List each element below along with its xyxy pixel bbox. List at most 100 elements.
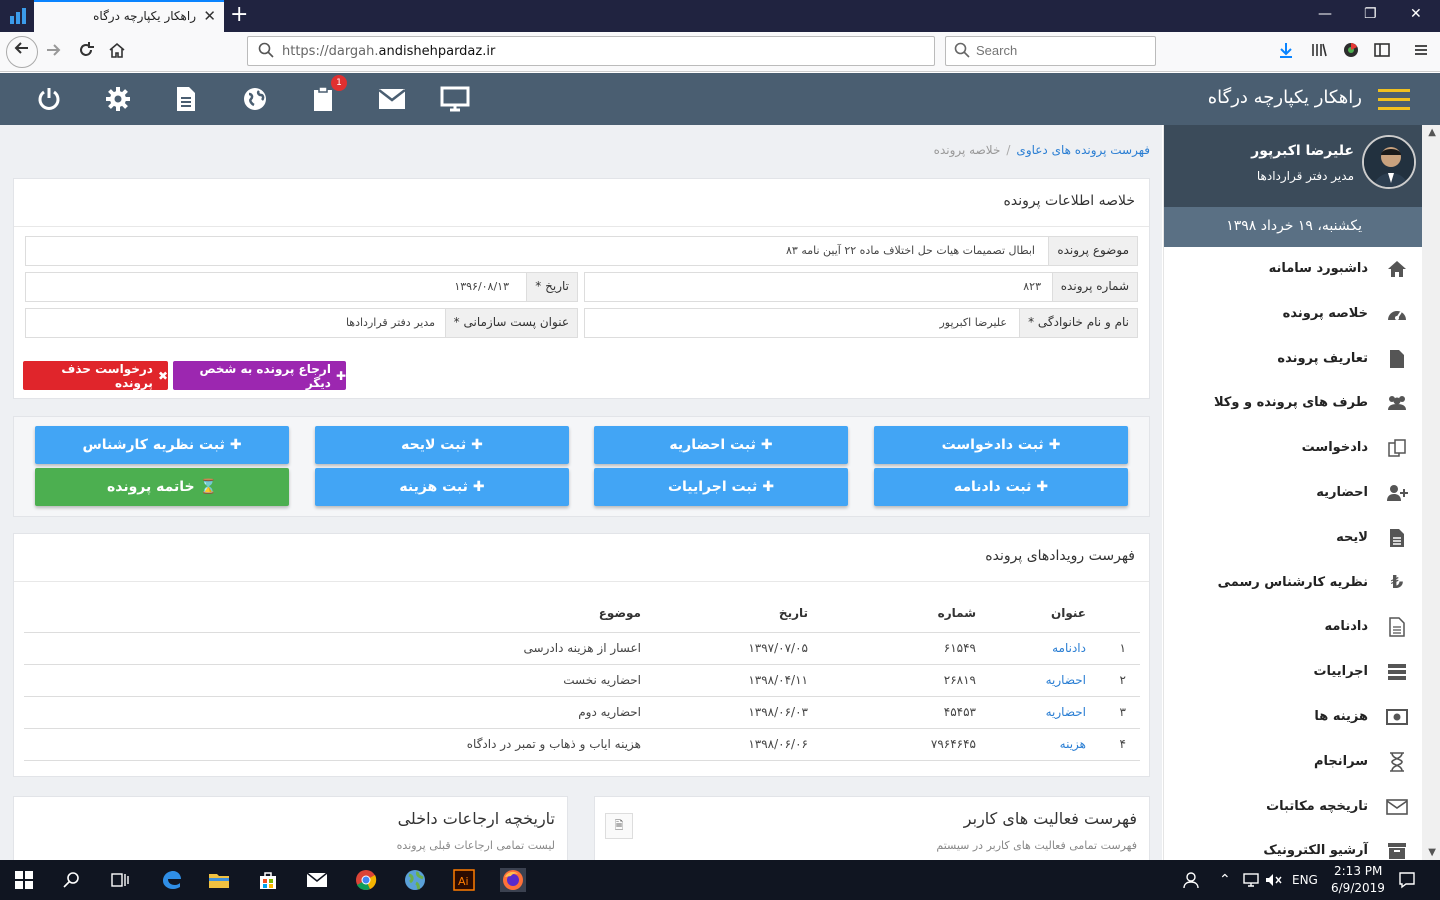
mail-app-icon[interactable]: [304, 868, 330, 892]
settings-gear-icon[interactable]: [100, 81, 136, 117]
row-index: ۳: [1086, 696, 1140, 729]
avatar[interactable]: [1362, 135, 1416, 189]
case-number-field: شماره پرونده ۸۲۳: [584, 272, 1138, 302]
money-icon: [1386, 706, 1408, 728]
delete-request-button[interactable]: ✖ درخواست حذف پرونده: [23, 361, 168, 390]
sidebar-item-correspondence[interactable]: تاریخچه مکاتبات: [1164, 785, 1422, 830]
breadcrumb-parent-link[interactable]: فهرست پرونده های دعاوی: [1016, 143, 1150, 157]
language-indicator[interactable]: ENG: [1292, 873, 1318, 887]
table-row: ۳ احضاریه ۴۵۴۵۳ ۱۳۹۸/۰۶/۰۳ احضاریه دوم: [24, 696, 1140, 729]
add-expert-opinion-button[interactable]: ✚ ثبت نظریه کارشناس: [35, 426, 289, 464]
scroll-down-icon[interactable]: ▼: [1428, 847, 1436, 858]
tab-close-icon[interactable]: ✕: [203, 7, 216, 25]
reload-icon[interactable]: [75, 41, 97, 63]
sidebar-item-brief[interactable]: لایحه: [1164, 516, 1422, 561]
event-title-link[interactable]: احضاریه: [976, 664, 1086, 697]
notifications-icon[interactable]: [1394, 868, 1420, 892]
date-label: تاریخ *: [526, 273, 577, 301]
sidebar-item-case-definitions[interactable]: تعاریف پرونده: [1164, 337, 1422, 382]
sidebar-scrollbar[interactable]: ▲ ▼: [1422, 125, 1440, 860]
row-index: ۱: [1086, 632, 1140, 665]
windows-start-icon[interactable]: [11, 868, 37, 892]
full-name-value[interactable]: علیرضا اکبرپور: [939, 316, 1007, 329]
table-row: ۲ احضاریه ۲۶۸۱۹ ۱۳۹۸/۰۴/۱۱ احضاریه نخست: [24, 664, 1140, 697]
close-case-button[interactable]: ⌛ خاتمه پرونده: [35, 468, 289, 506]
monitor-icon[interactable]: [437, 81, 473, 117]
dashboard-icon: [1386, 303, 1408, 325]
download-icon[interactable]: [1275, 41, 1297, 63]
library-icon[interactable]: [1308, 41, 1330, 63]
clock-time[interactable]: 2:13 PM: [1334, 864, 1382, 878]
search-icon[interactable]: [59, 868, 85, 892]
case-number-value[interactable]: ۸۲۳: [1023, 280, 1041, 293]
table-row: ۴ هزینه ۷۹۶۴۶۴۵ ۱۳۹۸/۰۶/۰۶ هزینه ایاب و …: [24, 728, 1140, 761]
edge-icon[interactable]: [158, 868, 184, 892]
add-summons-button[interactable]: ✚ ثبت احضاریه: [594, 426, 848, 464]
sidebar-item-petition[interactable]: دادخواست: [1164, 426, 1422, 471]
minimize-icon[interactable]: —: [1318, 6, 1332, 22]
event-title-link[interactable]: هزینه: [976, 728, 1086, 761]
subject-value[interactable]: ابطال تصمیمات هیات حل اختلاف ماده ۲۲ آیی…: [786, 244, 1035, 257]
sidebar-item-case-summary[interactable]: خلاصه پرونده: [1164, 292, 1422, 337]
power-icon[interactable]: [31, 81, 67, 117]
globe-app-icon[interactable]: [402, 868, 428, 892]
clipboard-icon[interactable]: 1: [305, 75, 347, 117]
forward-icon[interactable]: [42, 41, 64, 63]
volume-muted-icon[interactable]: [1260, 868, 1286, 892]
search-box[interactable]: [945, 36, 1156, 66]
referrals-subtitle: لیست تمامی ارجاعات قبلی پرونده: [396, 839, 555, 852]
sidebar-item-expert-opinion[interactable]: ₺ نظریه کارشناس رسمی: [1164, 561, 1422, 606]
export-document-icon[interactable]: 🗎: [605, 813, 633, 839]
windows-taskbar: Ai ⌃ ENG 2:13 PM 6/9/2019: [0, 860, 1440, 900]
home-icon[interactable]: [106, 41, 128, 63]
firefox-icon[interactable]: [500, 868, 526, 892]
add-execution-button[interactable]: ✚ ثبت اجراییات: [594, 468, 848, 506]
chrome-icon[interactable]: [353, 868, 379, 892]
new-tab-icon[interactable]: +: [230, 2, 248, 27]
add-cost-button[interactable]: ✚ ثبت هزینه: [315, 468, 569, 506]
add-petition-button[interactable]: ✚ ثبت دادخواست: [874, 426, 1128, 464]
sidebar-item-costs[interactable]: هزینه ها: [1164, 695, 1422, 740]
back-icon[interactable]: [6, 36, 38, 68]
sidebar-item-verdict[interactable]: دادنامه: [1164, 605, 1422, 650]
user-plus-icon: [1386, 482, 1408, 504]
file-explorer-icon[interactable]: [206, 868, 232, 892]
plus-icon: ✚: [760, 437, 773, 453]
browser-tab[interactable]: راهکار یکپارچه درگاه ✕: [34, 0, 224, 32]
globe-icon[interactable]: [237, 81, 273, 117]
plus-icon: ✚: [472, 479, 485, 495]
sidebar-item-dashboard[interactable]: داشبورد سامانه: [1164, 247, 1422, 292]
sidebar-item-execution[interactable]: اجراییات: [1164, 650, 1422, 695]
sidebar-item-outcome[interactable]: سرانجام: [1164, 740, 1422, 785]
chevron-up-icon[interactable]: ⌃: [1219, 872, 1231, 888]
sidebar-item-parties[interactable]: طرف های پرونده و وکلا: [1164, 381, 1422, 426]
position-field: عنوان پست سازمانی * مدیر دفتر قراردادها: [25, 308, 578, 338]
add-verdict-button[interactable]: ✚ ثبت دادنامه: [874, 468, 1128, 506]
sidebar-toggle-icon[interactable]: [1371, 41, 1393, 63]
task-view-icon[interactable]: [107, 868, 133, 892]
url-bar[interactable]: https://dargah.andishehpardaz.ir: [247, 36, 935, 66]
extension-icon[interactable]: [1340, 41, 1362, 63]
sidebar-item-summons[interactable]: احضاریه: [1164, 471, 1422, 516]
date-value[interactable]: ۱۳۹۶/۰۸/۱۳: [454, 280, 509, 293]
menu-icon[interactable]: [1410, 41, 1432, 63]
restore-icon[interactable]: ❐: [1364, 6, 1377, 22]
event-title-link[interactable]: احضاریه: [976, 696, 1086, 729]
window-close-icon[interactable]: ✕: [1410, 6, 1422, 22]
illustrator-icon[interactable]: Ai: [451, 868, 477, 892]
event-number: ۷۹۶۴۶۴۵: [808, 728, 976, 761]
sidebar-item-archive[interactable]: آرشیو الکترونیک: [1164, 829, 1422, 860]
position-value[interactable]: مدیر دفتر قراردادها: [346, 316, 435, 329]
clock-date[interactable]: 6/9/2019: [1331, 881, 1385, 895]
store-icon[interactable]: [255, 868, 281, 892]
people-icon[interactable]: [1178, 868, 1204, 892]
mail-icon[interactable]: [374, 81, 410, 117]
scroll-up-icon[interactable]: ▲: [1428, 127, 1436, 138]
browser-nav-bar: https://dargah.andishehpardaz.ir: [0, 32, 1440, 72]
add-brief-button[interactable]: ✚ ثبت لایحه: [315, 426, 569, 464]
hamburger-menu-icon[interactable]: [1378, 89, 1410, 111]
document-icon[interactable]: [168, 81, 204, 117]
event-title-link[interactable]: دادنامه: [976, 632, 1086, 665]
search-input[interactable]: [976, 43, 1146, 58]
refer-case-button[interactable]: ✚ ارجاع پرونده به شخص دیگر: [173, 361, 346, 390]
